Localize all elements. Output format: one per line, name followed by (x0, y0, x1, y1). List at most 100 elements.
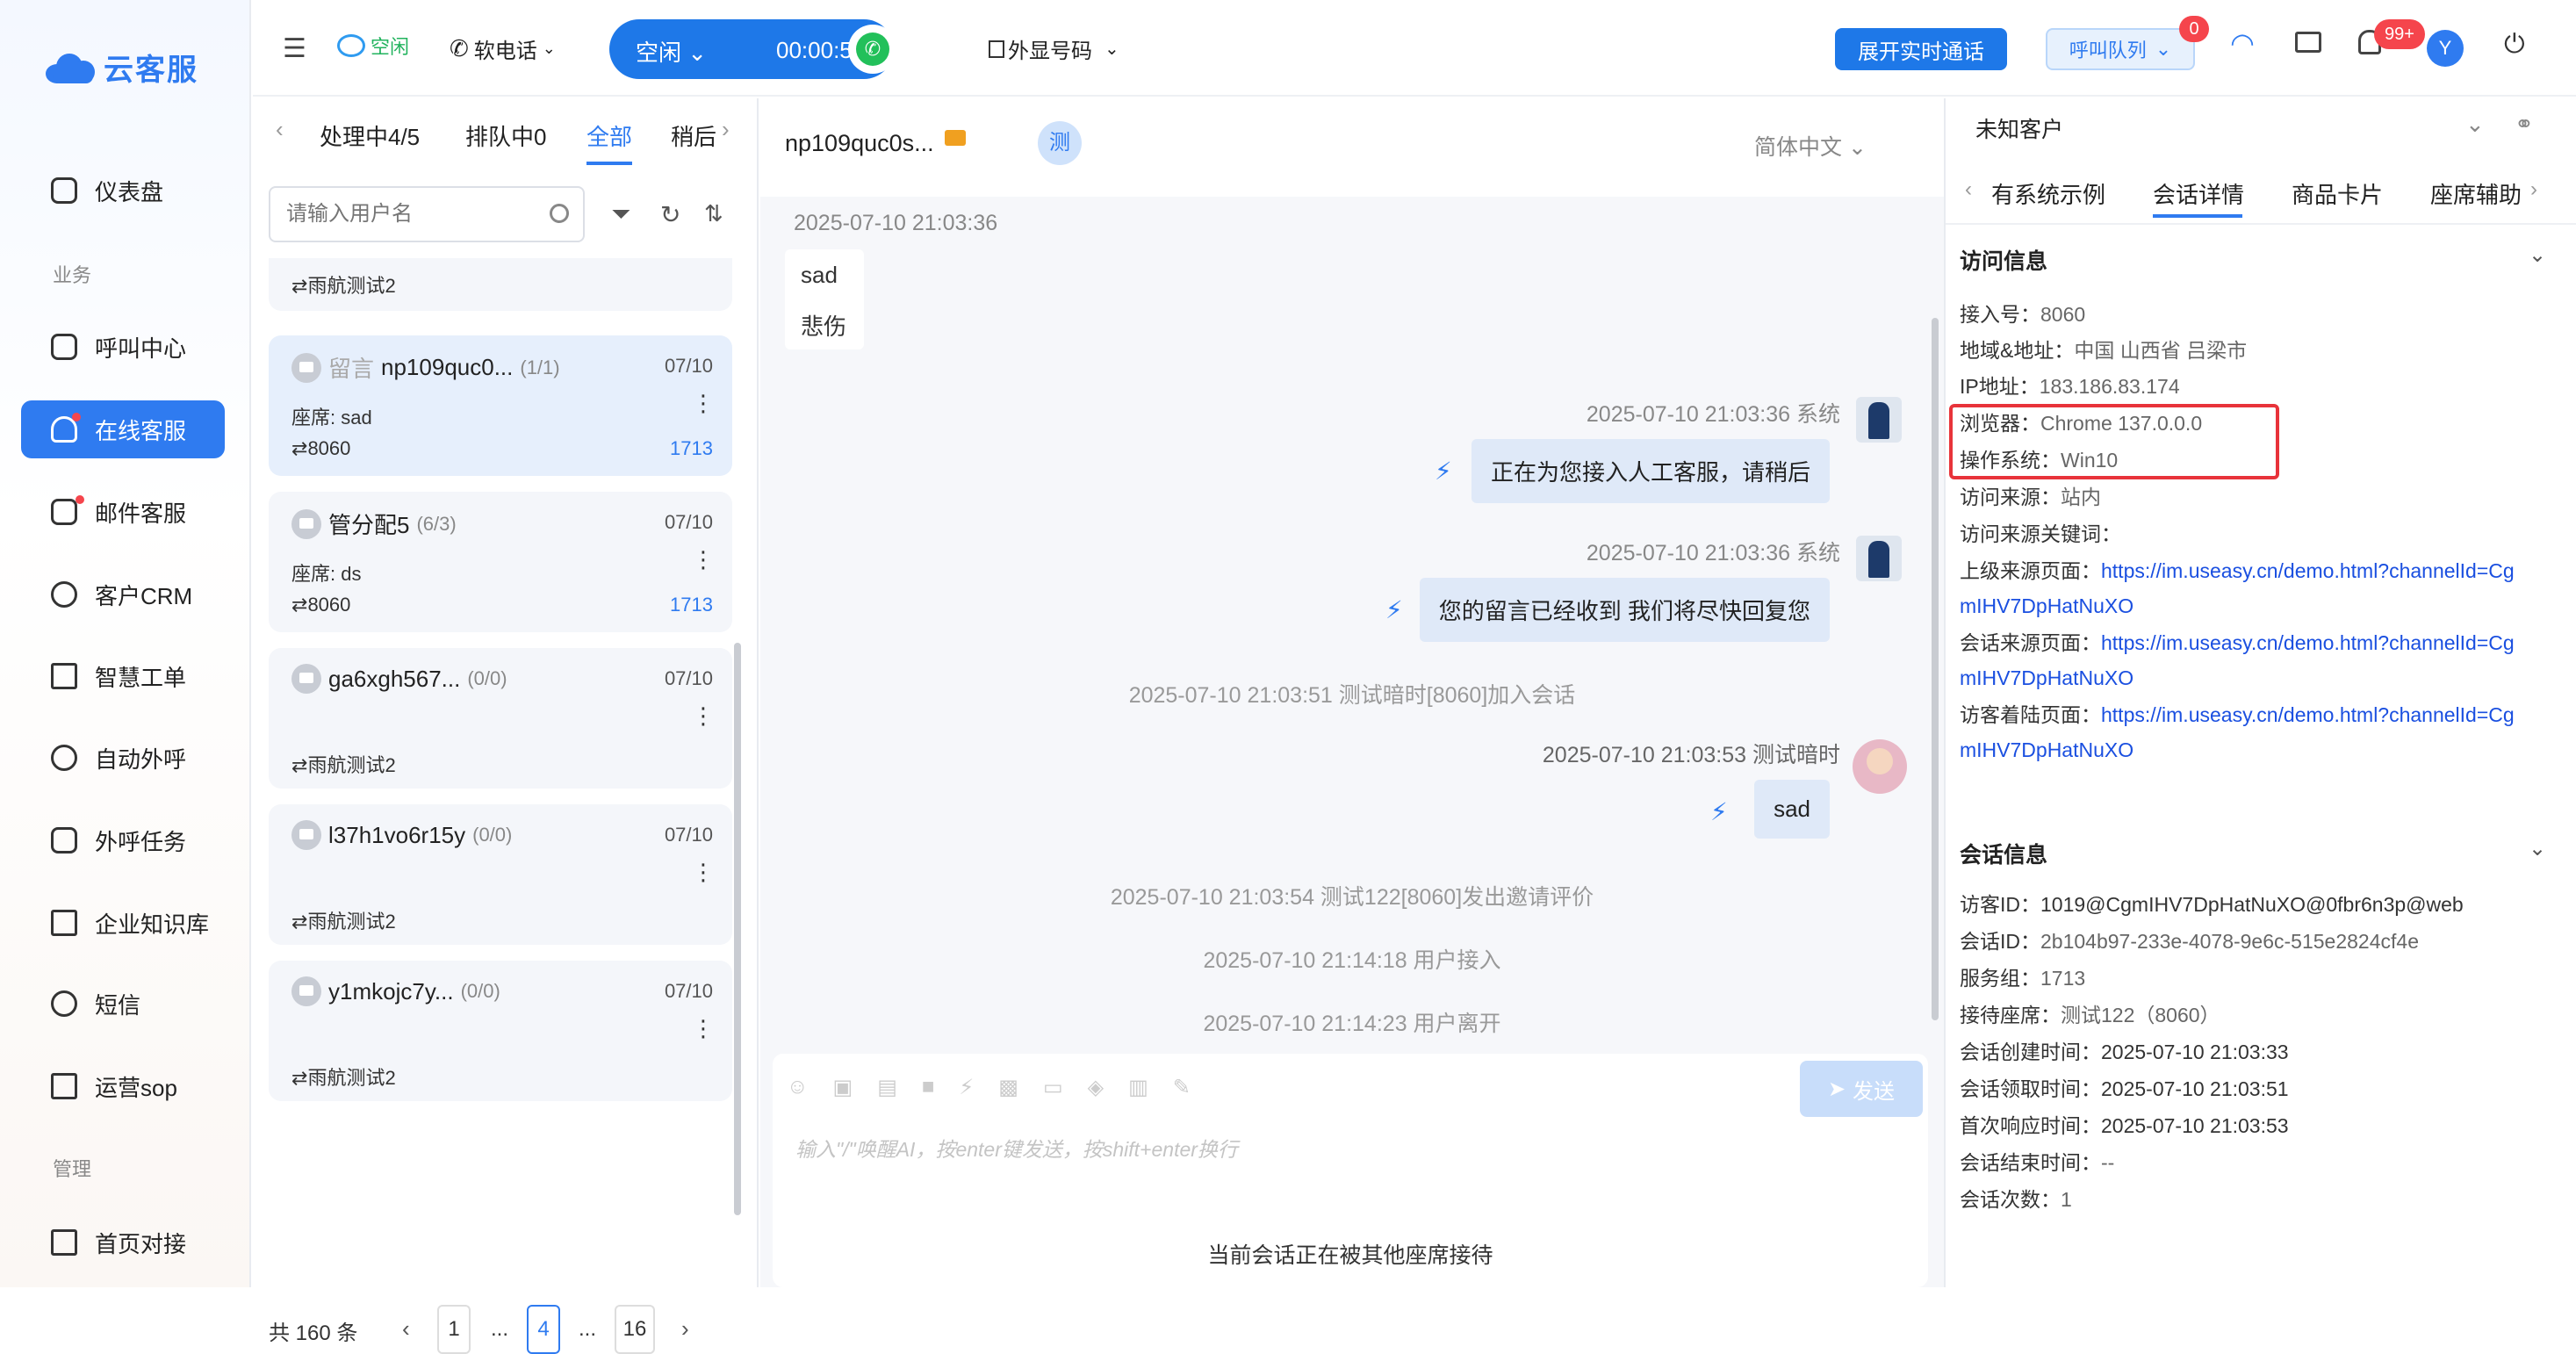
search-input[interactable] (286, 198, 532, 230)
outbound-number-select[interactable]: 外显号码 ⌄ (989, 33, 1119, 64)
sidebar-item-sop[interactable]: 运营sop (21, 1057, 225, 1115)
book-icon (51, 910, 77, 936)
ai-assist-icon[interactable]: ⚡ (1435, 457, 1452, 486)
session-source-link-cont[interactable]: mIHV7DpHatNuXO (1960, 666, 2133, 689)
chevron-right-icon[interactable]: › (2530, 177, 2537, 202)
image-icon[interactable]: ▣ (833, 1075, 853, 1100)
list-item[interactable]: y1mkojc7y... (0/0) 07/10 ⋮ ⇄雨航测试2 (269, 961, 732, 1101)
sidebar-item-crm[interactable]: 客户CRM (21, 565, 225, 623)
info-key: 接待座席： (1960, 1004, 2061, 1026)
power-icon[interactable]: ⏻ (2504, 30, 2525, 60)
call-button[interactable]: ✆ (848, 25, 897, 74)
filter-icon[interactable]: ⏷ (611, 200, 630, 229)
language-select[interactable]: 简体中文 ⌄ (1754, 130, 1867, 162)
avatar[interactable]: Y (2427, 30, 2464, 67)
info-value: 8060 (2040, 303, 2086, 326)
customer-message-bubble: sad 悲伤 (785, 249, 864, 349)
sidebar-item-email[interactable]: 邮件客服 (21, 483, 225, 541)
sidebar-item-knowledge[interactable]: 企业知识库 (21, 894, 225, 952)
sidebar-item-call-center[interactable]: 呼叫中心 (21, 318, 225, 376)
chevron-down-icon: ⌄ (1105, 40, 1119, 59)
session-source-link[interactable]: https://im.useasy.cn/demo.html?channelId… (2101, 631, 2515, 654)
refresh-icon[interactable]: ↻ (660, 200, 680, 229)
info-row: 会话领取时间：2025-07-10 21:03:51 (1960, 1071, 2574, 1106)
realtime-call-button[interactable]: 展开实时通话 (1835, 28, 2007, 70)
shield-icon[interactable]: ◈ (1088, 1075, 1104, 1100)
tab-system-example[interactable]: 有系统示例 (1991, 177, 2105, 210)
customer-tag[interactable]: 测 (1038, 121, 1082, 165)
call-state-dropdown[interactable]: 空闲 ⌄ (636, 35, 707, 68)
page-next-icon[interactable]: › (681, 1315, 689, 1343)
sidebar: 云客服 仪表盘 业务 呼叫中心 在线客服 邮件客服 客户CRM 智慧工单 自动外… (0, 0, 251, 1287)
sidebar-item-sms[interactable]: 短信 (21, 975, 225, 1033)
call-queue-button[interactable]: 呼叫队列 ⌄ (2046, 28, 2195, 70)
sidebar-item-ticket[interactable]: 智慧工单 (21, 647, 225, 705)
channel-label: ⇄8060 (291, 437, 351, 459)
more-options-icon[interactable]: ⋮ (692, 861, 715, 883)
folder-icon[interactable]: ▥ (1128, 1075, 1148, 1100)
card-icon[interactable]: ▭ (1043, 1075, 1063, 1100)
system-notice: 2025-07-10 21:14:18 用户接入 (1203, 948, 1501, 973)
page-button[interactable]: 1 (437, 1305, 471, 1354)
send-button[interactable]: ➤ 发送 (1800, 1061, 1923, 1117)
page-prev-icon[interactable]: ‹ (402, 1315, 410, 1343)
list-item[interactable]: l37h1vo6r15y (0/0) 07/10 ⋮ ⇄雨航测试2 (269, 804, 732, 945)
emoji-icon[interactable]: ☺ (787, 1075, 809, 1100)
tab-later[interactable]: 稍后 (671, 119, 716, 152)
sort-icon[interactable]: ⇅ (704, 200, 723, 227)
flash-icon[interactable]: ⚡ (959, 1075, 974, 1100)
search-icon[interactable] (550, 204, 569, 223)
tab-all[interactable]: 全部 (586, 119, 632, 152)
more-options-icon[interactable]: ⋮ (692, 704, 715, 727)
chevron-down-icon: ⌄ (542, 40, 556, 57)
list-item-selected[interactable]: 留言 np109quc0... (1/1) 07/10 ⋮ 座席: sad ⇄806… (269, 335, 732, 476)
tab-queue[interactable]: 排队中0 (465, 119, 546, 152)
list-scrollbar[interactable] (734, 643, 741, 1215)
sidebar-item-call-task[interactable]: 外呼任务 (21, 811, 225, 869)
video-icon[interactable]: ■ (922, 1075, 935, 1100)
info-value: 2025-07-10 21:03:53 (2101, 1114, 2289, 1137)
link-icon[interactable]: ⚭ (2515, 111, 2534, 138)
chevron-left-icon[interactable]: ‹ (1965, 177, 1972, 202)
page-ellipsis[interactable]: ... (483, 1305, 516, 1354)
referrer-link[interactable]: https://im.useasy.cn/demo.html?channelId… (2101, 559, 2515, 582)
ai-assist-icon[interactable]: ⚡ (1385, 595, 1403, 624)
tab-session-detail[interactable]: 会话详情 (2153, 177, 2244, 210)
more-options-icon[interactable]: ⋮ (692, 392, 715, 414)
chevron-down-icon[interactable]: ⌄ (2529, 242, 2546, 268)
search-box[interactable] (269, 186, 585, 242)
sidebar-item-online-service[interactable]: 在线客服 (21, 400, 225, 458)
landing-page-link-cont[interactable]: mIHV7DpHatNuXO (1960, 738, 2133, 761)
chevron-down-icon[interactable]: ⌄ (2529, 836, 2546, 861)
collapse-menu-icon[interactable]: ☰ (283, 33, 306, 64)
chevron-down-icon[interactable]: ⌄ (2465, 111, 2485, 138)
list-item[interactable]: 管分配5 (6/3) 07/10 ⋮ 座席: ds ⇄8060 1713 (269, 492, 732, 632)
more-options-icon[interactable]: ⋮ (692, 1017, 715, 1040)
page-button[interactable]: 16 (615, 1305, 655, 1354)
chevron-left-icon[interactable]: ‹ (276, 116, 284, 143)
chevron-right-icon[interactable]: › (722, 116, 730, 143)
landing-page-link[interactable]: https://im.useasy.cn/demo.html?channelId… (2101, 703, 2515, 726)
sidebar-item-homepage[interactable]: 首页对接 (21, 1214, 225, 1271)
file-icon[interactable]: ▤ (877, 1075, 897, 1100)
tab-product-card[interactable]: 商品卡片 (2292, 177, 2383, 210)
chat-scrollbar[interactable] (1932, 318, 1939, 1020)
sidebar-item-dashboard[interactable]: 仪表盘 (21, 162, 225, 220)
book-icon[interactable] (2295, 32, 2321, 53)
agent-status[interactable]: 空闲 (337, 32, 409, 60)
sidebar-item-auto-call[interactable]: 自动外呼 (21, 729, 225, 787)
list-item[interactable]: ga6xgh567... (0/0) 07/10 ⋮ ⇄雨航测试2 (269, 648, 732, 789)
page-ellipsis[interactable]: ... (571, 1305, 604, 1354)
tab-agent-assist[interactable]: 座席辅助 (2430, 177, 2522, 210)
chat-bubble-icon (337, 34, 365, 57)
page-button-current[interactable]: 4 (527, 1305, 560, 1354)
picture-icon[interactable]: ▩ (998, 1075, 1018, 1100)
softphone-menu[interactable]: ✆ 软电话 ⌄ (450, 33, 556, 64)
tab-processing[interactable]: 处理中4/5 (320, 119, 420, 152)
pen-icon[interactable]: ✎ (1173, 1075, 1191, 1100)
ai-assist-icon[interactable]: ⚡ (1710, 797, 1728, 826)
more-options-icon[interactable]: ⋮ (692, 548, 715, 571)
message-input[interactable]: 输入"/"唤醒AI，按enter键发送，按shift+enter换行 (795, 1133, 1238, 1163)
list-item[interactable]: ⇄雨航测试2 (269, 258, 732, 311)
referrer-link-cont[interactable]: mIHV7DpHatNuXO (1960, 594, 2133, 617)
